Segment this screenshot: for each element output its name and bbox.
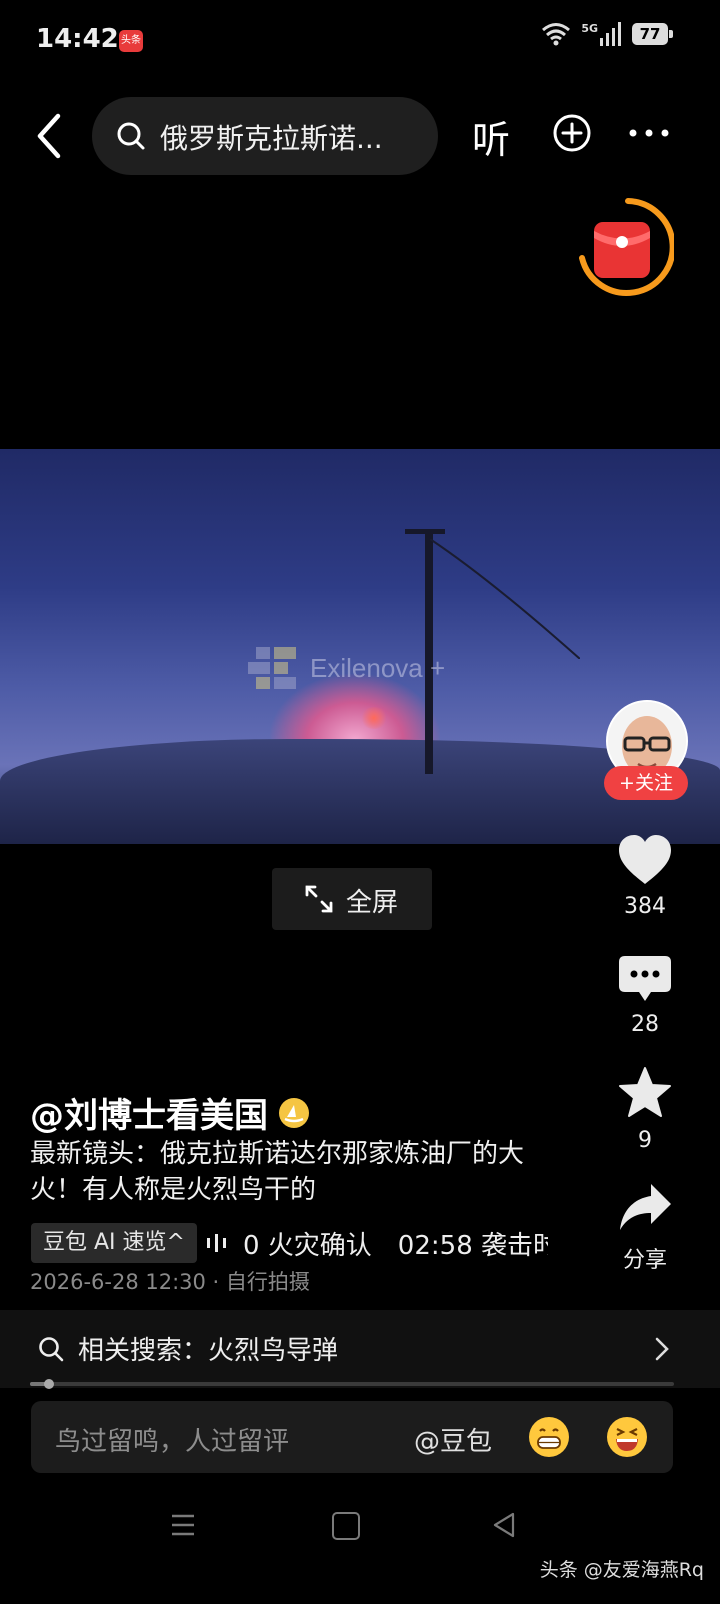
- network-label: 5G: [581, 22, 598, 35]
- ai-summary-ticker[interactable]: 0 火灾确认 02:58 袭击时: [243, 1225, 548, 1262]
- follow-button[interactable]: +关注: [604, 766, 688, 800]
- share-icon: [620, 1184, 671, 1230]
- comment-button[interactable]: 28: [612, 954, 678, 1037]
- network-type: 5G: [581, 22, 622, 46]
- video-progress-bar[interactable]: [30, 1379, 674, 1389]
- more-options-icon[interactable]: [628, 126, 670, 140]
- audio-wave-icon: [207, 1234, 226, 1252]
- video-watermark: Exilenova +: [248, 645, 445, 691]
- signal-icon: [600, 22, 621, 46]
- watermark-text: Exilenova +: [310, 652, 446, 683]
- fullscreen-label: 全屏: [346, 888, 399, 918]
- fullscreen-button[interactable]: 全屏: [272, 868, 432, 930]
- like-button[interactable]: 384: [612, 834, 678, 919]
- related-search-bar[interactable]: 相关搜索：火烈鸟导弹: [0, 1310, 720, 1388]
- author-handle: @刘博士看美国: [30, 1096, 268, 1136]
- ai-summary-button[interactable]: 豆包 AI 速览^: [31, 1223, 197, 1263]
- post-description: 最新镜头：俄克拉斯诺达尔那家炼油厂的大火！有人称是火烈鸟干的: [30, 1139, 525, 1205]
- nav-home-icon[interactable]: [332, 1512, 360, 1540]
- power-wire: [430, 539, 580, 659]
- listen-button[interactable]: 听: [472, 109, 510, 164]
- heart-icon: [619, 835, 671, 884]
- watermark-logo-icon: [248, 647, 296, 689]
- grin-emoji-icon[interactable]: [529, 1417, 569, 1457]
- comment-icon: [619, 956, 671, 1001]
- related-search-label: 相关搜索：火烈鸟导弹: [78, 1336, 339, 1366]
- search-query: 俄罗斯克拉斯诺...: [160, 122, 383, 155]
- chevron-right-icon: [655, 1337, 669, 1361]
- search-input[interactable]: 俄罗斯克拉斯诺...: [92, 97, 438, 175]
- nav-menu-icon[interactable]: [170, 1512, 196, 1538]
- verified-badge-icon: [279, 1097, 309, 1128]
- status-icons: 5G 77: [541, 22, 673, 46]
- laugh-emoji-icon[interactable]: [607, 1417, 647, 1457]
- status-time: 14:42: [36, 24, 119, 54]
- red-packet-reward-icon[interactable]: [576, 198, 674, 298]
- favorite-button[interactable]: 9: [612, 1066, 678, 1153]
- mention-doubao-button[interactable]: @豆包: [414, 1421, 492, 1458]
- share-button[interactable]: 分享: [612, 1182, 678, 1274]
- share-label: 分享: [622, 1248, 667, 1273]
- search-icon: [117, 122, 145, 150]
- app-notification-badge: 头条: [119, 30, 143, 52]
- wifi-icon: [542, 23, 571, 46]
- utility-pole-crossbar: [405, 529, 445, 534]
- nav-back-icon[interactable]: [492, 1512, 516, 1538]
- star-icon: [619, 1067, 671, 1117]
- comment-input[interactable]: 鸟过留鸣，人过留评 @豆包: [31, 1401, 673, 1473]
- add-circle-icon[interactable]: [552, 113, 592, 153]
- author-name[interactable]: @刘博士看美国: [30, 1088, 310, 1137]
- like-count: 384: [624, 894, 666, 919]
- comment-count: 28: [631, 1012, 659, 1037]
- favorite-count: 9: [638, 1128, 652, 1153]
- expand-icon: [305, 885, 333, 913]
- search-icon: [39, 1337, 64, 1362]
- app-watermark: 头条 @友爱海燕Rq: [539, 1559, 704, 1581]
- battery-icon: 77: [632, 23, 673, 45]
- back-arrow-icon[interactable]: [28, 110, 72, 162]
- fire-glow: [360, 707, 388, 729]
- post-meta: 2026-6-28 12:30 · 自行拍摄: [30, 1270, 310, 1294]
- comment-placeholder: 鸟过留鸣，人过留评: [55, 1427, 290, 1457]
